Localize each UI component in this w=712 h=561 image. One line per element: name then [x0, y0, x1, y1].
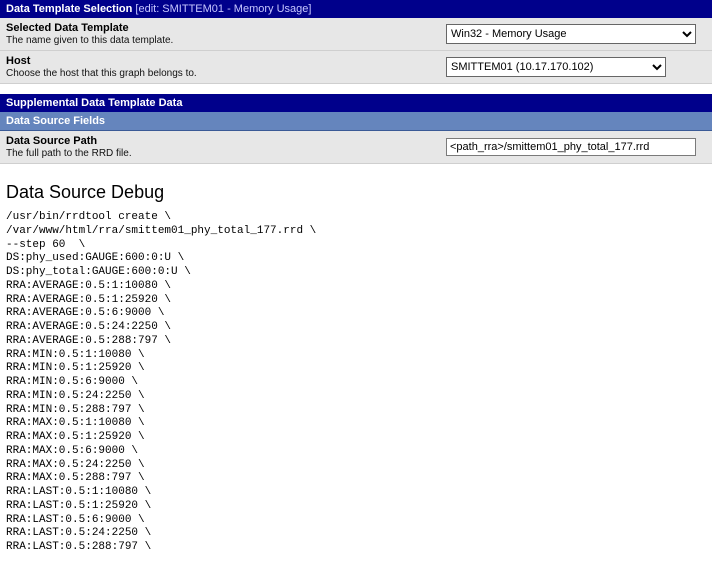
- supplemental-data-header: Supplemental Data Template Data: [0, 94, 712, 112]
- data-source-debug-text: /usr/bin/rrdtool create \ /var/www/html/…: [0, 209, 712, 561]
- section1-title: Data Template Selection: [6, 3, 132, 15]
- desc-host: Choose the host that this graph belongs …: [6, 68, 446, 79]
- section1-edit: [edit: SMITTEM01 - Memory Usage]: [132, 3, 311, 15]
- select-host[interactable]: SMITTEM01 (10.17.170.102): [446, 57, 666, 77]
- data-template-selection-header: Data Template Selection [edit: SMITTEM01…: [0, 0, 712, 18]
- select-data-template[interactable]: Win32 - Memory Usage: [446, 24, 696, 44]
- row-data-source-path: Data Source Path The full path to the RR…: [0, 131, 712, 164]
- control-selected-data-template: Win32 - Memory Usage: [446, 24, 706, 44]
- data-source-fields-header: Data Source Fields: [0, 112, 712, 131]
- control-host: SMITTEM01 (10.17.170.102): [446, 57, 706, 77]
- control-data-source-path: [446, 138, 706, 156]
- input-data-source-path[interactable]: [446, 138, 696, 156]
- label-data-source-path: Data Source Path: [6, 135, 446, 147]
- label-host: Host: [6, 55, 446, 67]
- section2-sub-title: Data Source Fields: [6, 115, 105, 127]
- row-selected-data-template-left: Selected Data Template The name given to…: [6, 22, 446, 46]
- desc-data-source-path: The full path to the RRD file.: [6, 148, 446, 159]
- row-data-source-path-left: Data Source Path The full path to the RR…: [6, 135, 446, 159]
- data-source-debug-title: Data Source Debug: [0, 174, 712, 209]
- row-host-left: Host Choose the host that this graph bel…: [6, 55, 446, 79]
- row-selected-data-template: Selected Data Template The name given to…: [0, 18, 712, 51]
- label-selected-data-template: Selected Data Template: [6, 22, 446, 34]
- section2-title: Supplemental Data Template Data: [6, 97, 182, 109]
- row-host: Host Choose the host that this graph bel…: [0, 51, 712, 84]
- desc-selected-data-template: The name given to this data template.: [6, 35, 446, 46]
